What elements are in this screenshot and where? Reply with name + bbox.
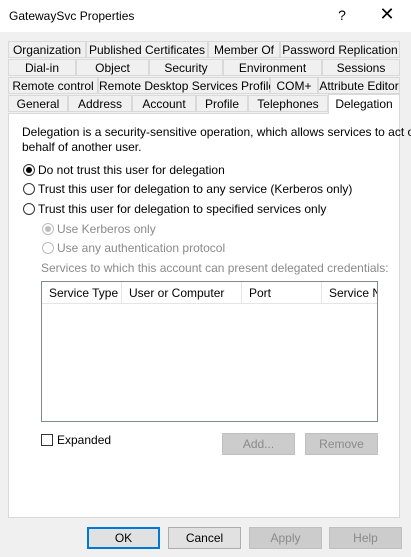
column-service-name[interactable]: Service Name xyxy=(322,282,377,304)
tab-attribute-editor[interactable]: Attribute Editor xyxy=(318,77,400,94)
radio-kerberos-only-label[interactable]: Use Kerberos only xyxy=(57,222,156,236)
column-port[interactable]: Port xyxy=(242,282,322,304)
tab-object[interactable]: Object xyxy=(76,59,149,76)
column-service-type[interactable]: Service Type xyxy=(42,282,122,304)
tab-telephones[interactable]: Telephones xyxy=(248,95,328,112)
close-icon[interactable]: ✕ xyxy=(376,4,398,25)
delegation-description-line2: behalf of another user. xyxy=(22,140,142,154)
tab-account[interactable]: Account xyxy=(132,95,196,112)
tab-member-of[interactable]: Member Of xyxy=(208,41,280,58)
apply-button[interactable]: Apply xyxy=(249,527,322,549)
ok-button[interactable]: OK xyxy=(87,527,160,549)
tab-remote-desktop-services-profile[interactable]: Remote Desktop Services Profile xyxy=(98,77,275,94)
cancel-button[interactable]: Cancel xyxy=(168,527,241,549)
radio-specified-services-label[interactable]: Trust this user for delegation to specif… xyxy=(38,202,326,216)
radio-any-auth-protocol-label[interactable]: Use any authentication protocol xyxy=(57,241,225,255)
tab-address[interactable]: Address xyxy=(68,95,132,112)
radio-any-service[interactable] xyxy=(23,183,35,195)
radio-any-auth-protocol[interactable] xyxy=(42,242,54,254)
radio-no-delegation[interactable] xyxy=(23,164,35,176)
delegation-description-line1: Delegation is a security-sensitive opera… xyxy=(22,125,411,139)
help-button[interactable]: Help xyxy=(329,527,402,549)
tab-password-replication[interactable]: Password Replication xyxy=(280,41,400,58)
services-listview[interactable]: Service Type User or Computer Port Servi… xyxy=(41,281,378,422)
add-button[interactable]: Add... xyxy=(222,433,295,455)
tab-delegation[interactable]: Delegation xyxy=(328,94,400,114)
expanded-label[interactable]: Expanded xyxy=(57,433,111,447)
expanded-checkbox[interactable] xyxy=(41,434,53,446)
tab-published-certificates[interactable]: Published Certificates xyxy=(86,41,208,58)
tab-sessions[interactable]: Sessions xyxy=(322,59,400,76)
title-bar: GatewaySvc Properties ? ✕ xyxy=(0,0,411,32)
window-title: GatewaySvc Properties xyxy=(9,9,135,23)
column-user-or-computer[interactable]: User or Computer xyxy=(122,282,242,304)
tab-profile[interactable]: Profile xyxy=(196,95,248,112)
radio-kerberos-only[interactable] xyxy=(42,223,54,235)
tab-security[interactable]: Security xyxy=(149,59,223,76)
tab-com-plus[interactable]: COM+ xyxy=(270,77,318,94)
remove-button[interactable]: Remove xyxy=(305,433,378,455)
radio-no-delegation-label[interactable]: Do not trust this user for delegation xyxy=(38,163,225,177)
radio-any-service-label[interactable]: Trust this user for delegation to any se… xyxy=(38,182,352,196)
tab-organization[interactable]: Organization xyxy=(8,41,86,58)
radio-specified-services[interactable] xyxy=(23,203,35,215)
tab-dial-in[interactable]: Dial-in xyxy=(8,59,76,76)
tab-environment[interactable]: Environment xyxy=(223,59,322,76)
help-icon[interactable]: ? xyxy=(334,7,350,23)
tab-general[interactable]: General xyxy=(8,95,68,112)
tab-remote-control[interactable]: Remote control xyxy=(8,77,98,94)
services-list-label: Services to which this account can prese… xyxy=(41,261,389,275)
